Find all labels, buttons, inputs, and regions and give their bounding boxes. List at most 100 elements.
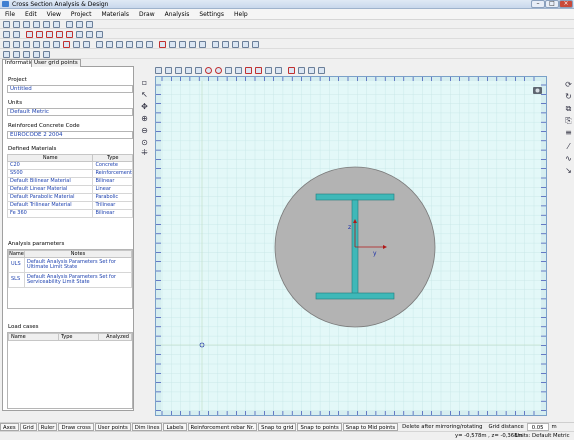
circle-outline-icon[interactable] — [195, 67, 202, 74]
axes-toggle[interactable]: Axes — [0, 423, 19, 431]
polygon-icon[interactable] — [175, 67, 182, 74]
cross-point-icon[interactable] — [255, 67, 262, 74]
menu-materials[interactable]: Materials — [96, 9, 134, 19]
triangle-icon[interactable] — [225, 67, 232, 74]
stretch-icon[interactable] — [308, 67, 315, 74]
drawing-canvas[interactable]: y z — [155, 76, 547, 416]
delete-after-mirroring-toggle[interactable]: Delete after mirroring/rotating — [399, 423, 485, 431]
section-wide-icon[interactable] — [242, 41, 249, 48]
offset-icon[interactable] — [53, 41, 60, 48]
open-file-icon[interactable] — [13, 21, 20, 28]
menu-help[interactable]: Help — [229, 9, 253, 19]
grid-distance-input[interactable]: 0.05 — [526, 423, 549, 431]
save-icon[interactable] — [23, 21, 30, 28]
table-row[interactable]: Default Parabolic Material Parabolic — [6, 193, 133, 202]
menu-view[interactable]: View — [42, 9, 66, 19]
line-tool-icon[interactable]: ⁄ — [564, 142, 573, 151]
table-row[interactable]: C20 Concrete — [6, 161, 133, 170]
rotate-icon[interactable] — [23, 41, 30, 48]
section-t-icon[interactable] — [169, 41, 176, 48]
table-row[interactable]: SLS Default Analysis Parameters Set for S… — [8, 272, 132, 288]
scale-icon[interactable] — [43, 41, 50, 48]
section-box-icon[interactable] — [189, 41, 196, 48]
draw-line-icon[interactable] — [26, 31, 33, 38]
snap-mid-points-toggle[interactable]: Snap to Mid points — [342, 423, 399, 431]
rectangle-icon[interactable] — [155, 67, 162, 74]
align-middle-icon[interactable] — [136, 41, 143, 48]
align-center-icon[interactable] — [106, 41, 113, 48]
angle-icon[interactable] — [235, 67, 242, 74]
delete-icon[interactable] — [63, 41, 70, 48]
rotate-view-icon[interactable]: ⟳ — [564, 80, 573, 89]
table-row[interactable]: Default Bilinear Material Bilinear — [6, 177, 133, 186]
close-icon[interactable]: × — [559, 0, 573, 8]
menu-file[interactable]: File — [0, 9, 20, 19]
view-3-icon[interactable] — [23, 51, 30, 58]
table-row[interactable]: Default Trilinear Material Trilinear — [6, 201, 133, 210]
grid-toggle[interactable]: Grid — [19, 423, 37, 431]
zoom-extents-icon[interactable] — [13, 31, 20, 38]
section-l-icon[interactable] — [199, 41, 206, 48]
section-drawing[interactable]: y z — [156, 77, 546, 415]
curve-tool-icon[interactable]: ∿ — [564, 154, 573, 163]
tab-user-grid-points[interactable]: User grid points — [31, 59, 81, 67]
snap-points-toggle[interactable]: Snap to points — [297, 423, 342, 431]
menu-project[interactable]: Project — [66, 9, 97, 19]
paste-icon[interactable] — [76, 21, 83, 28]
menu-edit[interactable]: Edit — [20, 9, 42, 19]
align-top-icon[interactable] — [126, 41, 133, 48]
select-icon[interactable] — [3, 41, 10, 48]
draw-arc-icon[interactable] — [46, 31, 53, 38]
pan-hand-icon[interactable]: ✥ — [140, 102, 149, 111]
rebar-line-icon[interactable] — [86, 31, 93, 38]
section-i-icon[interactable] — [179, 41, 186, 48]
target-icon[interactable] — [245, 67, 252, 74]
draw-cross-toggle[interactable]: Draw cross — [58, 423, 94, 431]
align-right-icon[interactable] — [116, 41, 123, 48]
undo-icon[interactable] — [43, 21, 50, 28]
minimize-icon[interactable]: – — [531, 0, 545, 8]
zoom-out-icon[interactable]: ⊖ — [140, 126, 149, 135]
rebar-icon[interactable] — [288, 67, 295, 74]
layers-icon[interactable]: ≡ — [564, 128, 573, 137]
ring-icon[interactable] — [215, 67, 222, 74]
section-pipe-icon[interactable] — [212, 41, 219, 48]
user-points-toggle[interactable]: User points — [94, 423, 131, 431]
pan-icon[interactable] — [318, 67, 325, 74]
pointer-icon[interactable]: ↖ — [140, 90, 149, 99]
export-icon[interactable]: ⎘ — [564, 116, 573, 125]
ruler-toggle[interactable]: Ruler — [37, 423, 58, 431]
view-1-icon[interactable] — [3, 51, 10, 58]
table-row[interactable]: S500 Reinforcement — [6, 169, 133, 178]
measure-icon[interactable] — [76, 31, 83, 38]
mirror-icon[interactable] — [33, 41, 40, 48]
section-double-icon[interactable] — [232, 41, 239, 48]
move-icon[interactable] — [13, 41, 20, 48]
section-shape-icon[interactable] — [252, 41, 259, 48]
draw-spline-icon[interactable] — [66, 31, 73, 38]
draw-polyline-icon[interactable] — [36, 31, 43, 38]
circle-icon[interactable] — [205, 67, 212, 74]
print-icon[interactable] — [33, 21, 40, 28]
view-4-icon[interactable] — [33, 51, 40, 58]
menu-draw[interactable]: Draw — [134, 9, 160, 19]
code-field[interactable]: EUROCODE 2 2004 — [7, 131, 133, 139]
table-row[interactable]: Fe 360 Bilinear — [6, 209, 133, 218]
zoom-in-icon[interactable]: ⊕ — [140, 114, 149, 123]
line-rebar-icon[interactable] — [298, 67, 305, 74]
view-2-icon[interactable] — [13, 51, 20, 58]
labels-toggle[interactable]: Labels — [163, 423, 187, 431]
menu-analysis[interactable]: Analysis — [160, 9, 195, 19]
fit-view-icon[interactable] — [3, 31, 10, 38]
rect-section-icon[interactable] — [165, 67, 172, 74]
view-5-icon[interactable] — [43, 51, 50, 58]
trapezoid-icon[interactable] — [185, 67, 192, 74]
zoom-window-icon[interactable]: ⊙ — [140, 138, 149, 147]
rebar-number-toggle[interactable]: Reinforcement rebar Nr. — [187, 423, 258, 431]
array-icon[interactable] — [73, 41, 80, 48]
copy-view-icon[interactable]: ⧉ — [564, 104, 573, 113]
dimension-icon[interactable] — [265, 67, 272, 74]
draw-curve-icon[interactable] — [56, 31, 63, 38]
units-field[interactable]: Default Metric — [7, 108, 133, 116]
refresh-icon[interactable]: ↻ — [564, 92, 573, 101]
